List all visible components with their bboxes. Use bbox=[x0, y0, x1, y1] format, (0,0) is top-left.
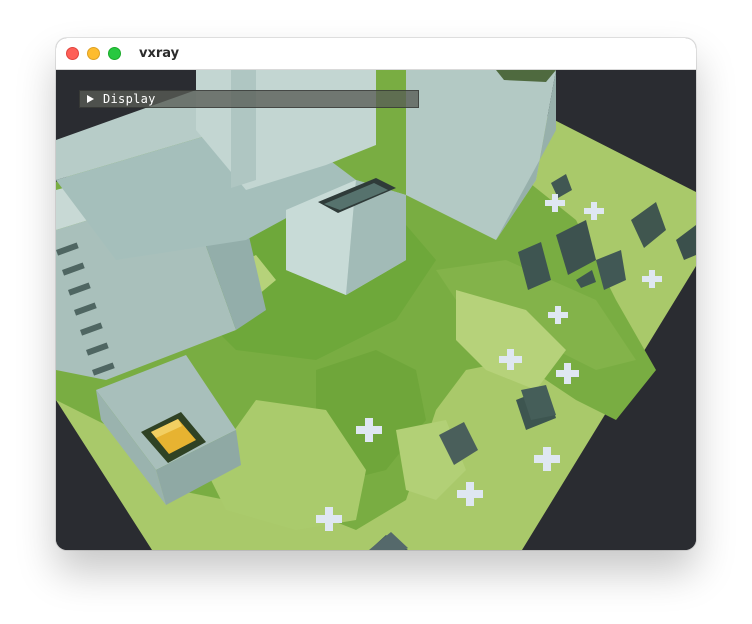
display-panel-toggle[interactable]: Display bbox=[79, 90, 419, 108]
close-button[interactable] bbox=[66, 47, 79, 60]
minimize-button[interactable] bbox=[87, 47, 100, 60]
title-bar[interactable]: vxray bbox=[56, 38, 696, 70]
app-window: vxray Display bbox=[56, 38, 696, 550]
triangle-right-icon bbox=[87, 95, 94, 103]
display-panel-label: Display bbox=[103, 92, 156, 106]
3d-viewport[interactable]: Display bbox=[56, 70, 696, 550]
zoom-button[interactable] bbox=[108, 47, 121, 60]
voxel-scene bbox=[56, 70, 696, 550]
window-title: vxray bbox=[139, 46, 180, 61]
